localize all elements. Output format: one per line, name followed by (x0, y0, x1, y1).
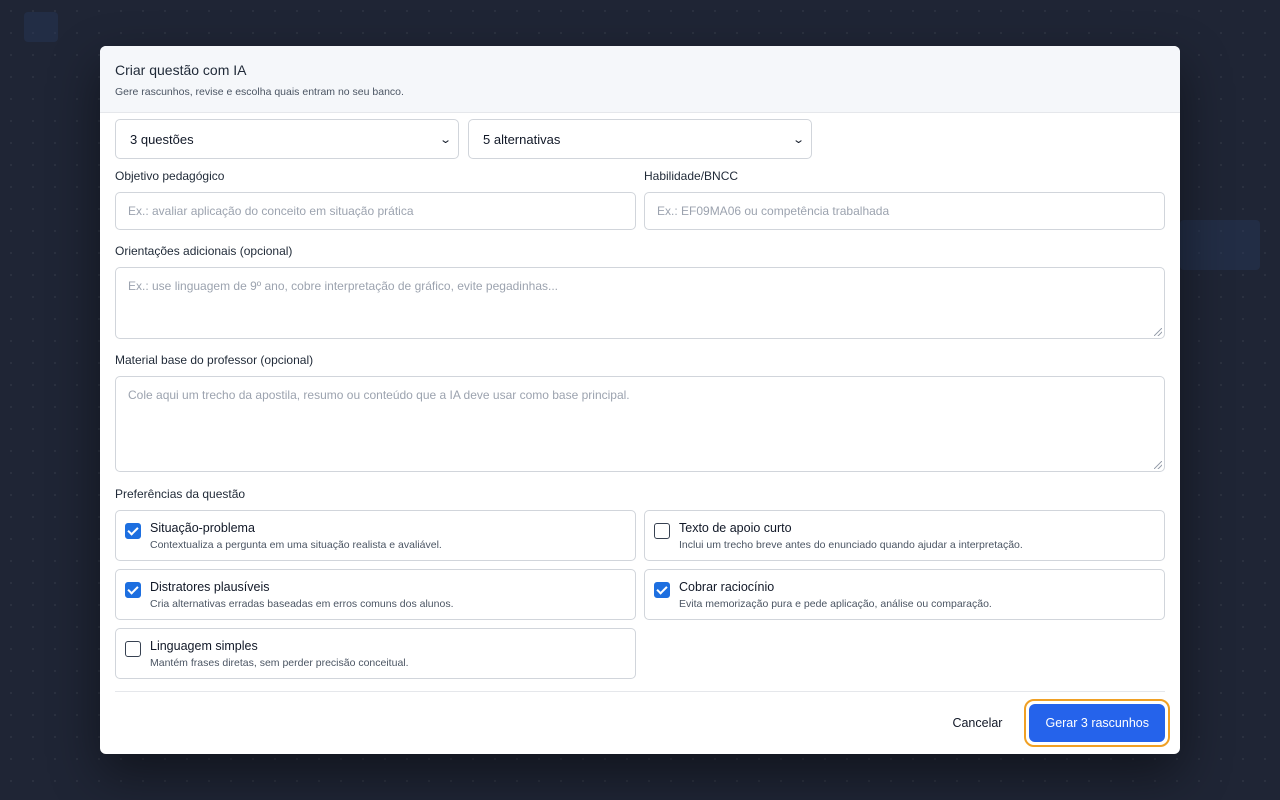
objective-label: Objetivo pedagógico (115, 169, 225, 183)
material-textarea[interactable]: Cole aqui um trecho da apostila, resumo … (115, 376, 1165, 472)
modal-footer: Cancelar Gerar 3 rascunhos (115, 691, 1170, 754)
cancel-button[interactable]: Cancelar (952, 716, 1002, 730)
skill-field-group: Habilidade/BNCC Ex.: EF09MA06 ou competê… (644, 168, 1165, 230)
chevron-down-icon: ⌄ (438, 133, 452, 146)
pref-text: Distratores plausíveis Cria alternativas… (150, 579, 454, 610)
checkbox-icon[interactable] (654, 582, 670, 598)
pref-title: Texto de apoio curto (679, 521, 792, 535)
pref-plausible-distractors[interactable]: Distratores plausíveis Cria alternativas… (115, 569, 636, 620)
objective-skill-row: Objetivo pedagógico Ex.: avaliar aplicaç… (115, 168, 1165, 230)
pref-text: Texto de apoio curto Inclui um trecho br… (679, 520, 1023, 551)
chevron-down-icon: ⌄ (791, 133, 805, 146)
objective-input[interactable]: Ex.: avaliar aplicação do conceito em si… (115, 192, 636, 230)
skill-label: Habilidade/BNCC (644, 169, 739, 183)
pref-text: Linguagem simples Mantém frases diretas,… (150, 638, 409, 669)
submit-focus-ring: Gerar 3 rascunhos (1024, 699, 1170, 747)
create-question-modal: Criar questão com IA Gere rascunhos, rev… (100, 46, 1180, 754)
material-field-group: Material base do professor (opcional) Co… (115, 352, 1165, 472)
alternatives-count-select[interactable]: 5 alternativas ⌄ (468, 119, 812, 159)
guidance-textarea[interactable]: Ex.: use linguagem de 9º ano, cobre inte… (115, 267, 1165, 339)
modal-body: 3 questões ⌄ 5 alternativas ⌄ Objetivo p… (100, 113, 1180, 679)
pref-title: Distratores plausíveis (150, 580, 270, 594)
pref-title: Linguagem simples (150, 639, 258, 653)
pref-text: Situação-problema Contextualiza a pergun… (150, 520, 442, 551)
guidance-field-group: Orientações adicionais (opcional) Ex.: u… (115, 243, 1165, 339)
skill-input[interactable]: Ex.: EF09MA06 ou competência trabalhada (644, 192, 1165, 230)
objective-field-group: Objetivo pedagógico Ex.: avaliar aplicaç… (115, 168, 636, 230)
checkbox-icon[interactable] (125, 641, 141, 657)
preferences-group: Preferências da questão Situação-problem… (115, 486, 1165, 679)
pref-title: Situação-problema (150, 521, 255, 535)
alternatives-count-value: 5 alternativas (483, 131, 561, 147)
guidance-label: Orientações adicionais (opcional) (115, 244, 293, 258)
background-app-shape (24, 12, 58, 42)
checkbox-icon[interactable] (654, 523, 670, 539)
checkbox-icon[interactable] (125, 582, 141, 598)
guidance-placeholder: Ex.: use linguagem de 9º ano, cobre inte… (128, 279, 558, 293)
skill-placeholder: Ex.: EF09MA06 ou competência trabalhada (657, 204, 890, 218)
pref-short-support-text[interactable]: Texto de apoio curto Inclui um trecho br… (644, 510, 1165, 561)
question-count-value: 3 questões (130, 131, 194, 147)
pref-problem-situation[interactable]: Situação-problema Contextualiza a pergun… (115, 510, 636, 561)
pref-description: Mantém frases diretas, sem perder precis… (150, 657, 409, 669)
material-label: Material base do professor (opcional) (115, 353, 314, 367)
modal-header: Criar questão com IA Gere rascunhos, rev… (100, 46, 1180, 113)
pref-simple-language[interactable]: Linguagem simples Mantém frases diretas,… (115, 628, 636, 679)
pref-title: Cobrar raciocínio (679, 580, 775, 594)
pref-require-reasoning[interactable]: Cobrar raciocínio Evita memorização pura… (644, 569, 1165, 620)
material-placeholder: Cole aqui um trecho da apostila, resumo … (128, 388, 630, 402)
pref-description: Evita memorização pura e pede aplicação,… (679, 598, 992, 610)
pref-description: Contextualiza a pergunta em uma situação… (150, 539, 442, 551)
preferences-grid: Situação-problema Contextualiza a pergun… (115, 510, 1165, 679)
modal-subtitle: Gere rascunhos, revise e escolha quais e… (115, 86, 404, 98)
background-app-shape (1180, 220, 1260, 270)
select-row: 3 questões ⌄ 5 alternativas ⌄ (115, 119, 1165, 159)
checkbox-icon[interactable] (125, 523, 141, 539)
generate-drafts-button[interactable]: Gerar 3 rascunhos (1029, 704, 1165, 742)
modal-title: Criar questão com IA (115, 62, 247, 78)
question-count-select[interactable]: 3 questões ⌄ (115, 119, 459, 159)
objective-placeholder: Ex.: avaliar aplicação do conceito em si… (128, 204, 414, 218)
pref-text: Cobrar raciocínio Evita memorização pura… (679, 579, 992, 610)
pref-description: Cria alternativas erradas baseadas em er… (150, 598, 454, 610)
pref-description: Inclui um trecho breve antes do enunciad… (679, 539, 1023, 551)
resize-handle-icon[interactable] (1154, 461, 1162, 469)
preferences-label: Preferências da questão (115, 487, 246, 501)
resize-handle-icon[interactable] (1154, 328, 1162, 336)
